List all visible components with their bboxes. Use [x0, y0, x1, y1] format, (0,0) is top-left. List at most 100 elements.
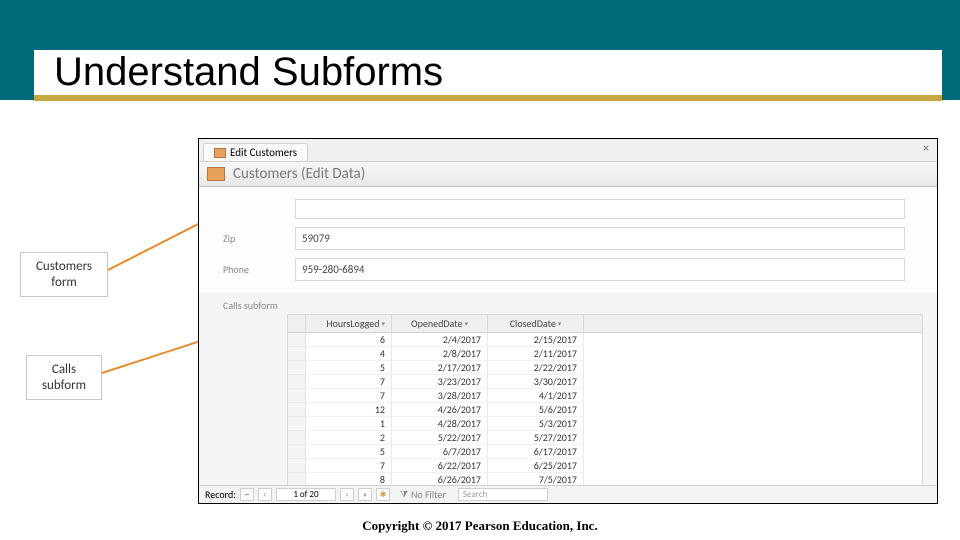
column-header-opened[interactable]: OpenedDate▾ — [392, 315, 488, 332]
customers-form-body: Zip 59079 Phone 959-280-6894 — [199, 187, 937, 293]
row-selector[interactable] — [288, 417, 306, 431]
cell-hours[interactable]: 5 — [306, 445, 392, 459]
row-selector[interactable] — [288, 389, 306, 403]
form-title: Customers (Edit Data) — [233, 165, 365, 183]
cell-hours[interactable]: 7 — [306, 375, 392, 389]
row-selector[interactable] — [288, 375, 306, 389]
column-label: HoursLogged — [326, 317, 379, 330]
cell-hours[interactable]: 7 — [306, 459, 392, 473]
cell-hours[interactable]: 2 — [306, 431, 392, 445]
record-navigator: Record: ~ ‹ 1 of 20 › » ✱ ⧩ No Filter Se… — [199, 485, 937, 503]
cell-closed[interactable]: 5/6/2017 — [488, 403, 584, 417]
cell-closed[interactable]: 5/27/2017 — [488, 431, 584, 445]
copyright-text: Copyright © 2017 Pearson Education, Inc. — [0, 518, 960, 534]
text-input[interactable] — [295, 199, 905, 219]
table-row[interactable]: 52/17/20172/22/2017 — [288, 361, 922, 375]
cell-opened[interactable]: 2/4/2017 — [392, 333, 488, 347]
nav-next-button[interactable]: › — [340, 488, 354, 501]
nav-new-button[interactable]: ✱ — [376, 488, 390, 501]
record-label: Record: — [205, 488, 236, 501]
datasheet-rows: 62/4/20172/15/201742/8/20172/11/201752/1… — [288, 333, 922, 504]
field-row-zip: Zip 59079 — [223, 227, 925, 250]
table-row[interactable]: 42/8/20172/11/2017 — [288, 347, 922, 361]
column-header-closed[interactable]: ClosedDate▾ — [488, 315, 584, 332]
cell-hours[interactable]: 1 — [306, 417, 392, 431]
cell-hours[interactable]: 12 — [306, 403, 392, 417]
nav-prev-button[interactable]: ‹ — [258, 488, 272, 501]
slide-title-box: Understand Subforms — [34, 50, 942, 101]
document-tab-strip: Edit Customers × — [199, 139, 937, 161]
cell-opened[interactable]: 6/22/2017 — [392, 459, 488, 473]
tab-label: Edit Customers — [230, 146, 297, 159]
form-icon — [207, 167, 225, 181]
slide-title: Understand Subforms — [54, 50, 942, 95]
row-selector[interactable] — [288, 347, 306, 361]
cell-closed[interactable]: 5/3/2017 — [488, 417, 584, 431]
cell-closed[interactable]: 2/11/2017 — [488, 347, 584, 361]
row-selector[interactable] — [288, 431, 306, 445]
row-selector[interactable] — [288, 361, 306, 375]
callout-label: Calls subform — [42, 362, 86, 393]
phone-input[interactable]: 959-280-6894 — [295, 258, 905, 281]
dropdown-arrow-icon: ▾ — [381, 319, 385, 328]
dropdown-arrow-icon: ▾ — [558, 319, 562, 328]
select-all-cell[interactable] — [288, 315, 306, 332]
row-selector[interactable] — [288, 333, 306, 347]
column-label: OpenedDate — [411, 317, 462, 330]
zip-input[interactable]: 59079 — [295, 227, 905, 250]
cell-opened[interactable]: 2/8/2017 — [392, 347, 488, 361]
cell-closed[interactable]: 2/15/2017 — [488, 333, 584, 347]
table-row[interactable]: 73/23/20173/30/2017 — [288, 375, 922, 389]
table-row[interactable]: 62/4/20172/15/2017 — [288, 333, 922, 347]
form-header: Customers (Edit Data) — [199, 161, 937, 187]
filter-indicator[interactable]: ⧩ No Filter — [400, 488, 446, 501]
table-row[interactable]: 76/22/20176/25/2017 — [288, 459, 922, 473]
phone-label: Phone — [223, 263, 283, 276]
record-position[interactable]: 1 of 20 — [276, 488, 336, 501]
search-placeholder: Search — [463, 489, 487, 500]
cell-closed[interactable]: 2/22/2017 — [488, 361, 584, 375]
search-box[interactable]: Search — [458, 488, 548, 501]
table-row[interactable]: 56/7/20176/17/2017 — [288, 445, 922, 459]
table-row[interactable]: 14/28/20175/3/2017 — [288, 417, 922, 431]
cell-hours[interactable]: 5 — [306, 361, 392, 375]
nav-first-button[interactable]: ~ — [240, 488, 254, 501]
cell-opened[interactable]: 4/26/2017 — [392, 403, 488, 417]
cell-closed[interactable]: 6/17/2017 — [488, 445, 584, 459]
cell-hours[interactable]: 6 — [306, 333, 392, 347]
cell-opened[interactable]: 2/17/2017 — [392, 361, 488, 375]
cell-opened[interactable]: 3/28/2017 — [392, 389, 488, 403]
callout-customers-form: Customers form — [20, 252, 108, 297]
close-icon[interactable]: × — [923, 142, 929, 156]
cell-opened[interactable]: 3/23/2017 — [392, 375, 488, 389]
filter-label: No Filter — [411, 488, 446, 501]
row-selector[interactable] — [288, 459, 306, 473]
dropdown-arrow-icon: ▾ — [464, 319, 468, 328]
cell-closed[interactable]: 3/30/2017 — [488, 375, 584, 389]
table-row[interactable]: 124/26/20175/6/2017 — [288, 403, 922, 417]
nav-last-button[interactable]: » — [358, 488, 372, 501]
zip-label: Zip — [223, 232, 283, 245]
column-header-hours[interactable]: HoursLogged▾ — [306, 315, 392, 332]
callout-label: Customers form — [36, 259, 92, 290]
subform-label: Calls subform — [223, 299, 937, 312]
row-selector[interactable] — [288, 445, 306, 459]
cell-hours[interactable]: 4 — [306, 347, 392, 361]
table-row[interactable]: 73/28/20174/1/2017 — [288, 389, 922, 403]
callout-calls-subform: Calls subform — [26, 355, 102, 400]
datasheet-header: HoursLogged▾ OpenedDate▾ ClosedDate▾ — [288, 315, 922, 333]
cell-opened[interactable]: 4/28/2017 — [392, 417, 488, 431]
row-selector[interactable] — [288, 403, 306, 417]
column-label: ClosedDate — [510, 317, 556, 330]
cell-opened[interactable]: 6/7/2017 — [392, 445, 488, 459]
tab-edit-customers[interactable]: Edit Customers — [203, 143, 308, 161]
access-form-screenshot: Edit Customers × Customers (Edit Data) Z… — [198, 138, 938, 504]
calls-subform: HoursLogged▾ OpenedDate▾ ClosedDate▾ 62/… — [287, 314, 923, 504]
filter-icon: ⧩ — [400, 489, 408, 500]
cell-opened[interactable]: 5/22/2017 — [392, 431, 488, 445]
cell-closed[interactable]: 6/25/2017 — [488, 459, 584, 473]
cell-hours[interactable]: 7 — [306, 389, 392, 403]
form-icon — [214, 148, 226, 158]
table-row[interactable]: 25/22/20175/27/2017 — [288, 431, 922, 445]
cell-closed[interactable]: 4/1/2017 — [488, 389, 584, 403]
